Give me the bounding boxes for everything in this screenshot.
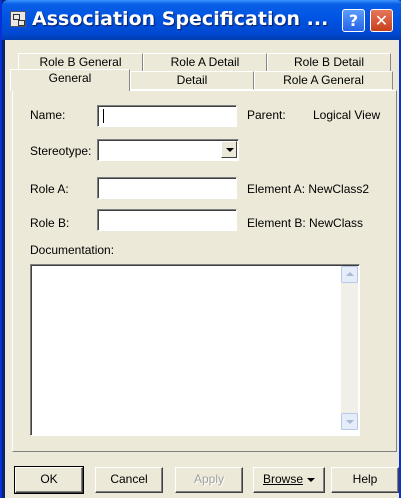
tab-role-a-detail[interactable]: Role A Detail <box>143 53 267 71</box>
role-b-label: Role B: <box>30 216 70 230</box>
role-a-input[interactable] <box>97 177 237 199</box>
chevron-down-icon <box>307 477 315 482</box>
documentation-textarea[interactable] <box>30 264 360 436</box>
parent-value: Logical View <box>313 108 381 122</box>
documentation-label: Documentation: <box>30 243 115 257</box>
help-button[interactable]: Help <box>331 467 399 493</box>
dialog-window: Association Specification ... ? ✕ Role B… <box>0 0 401 498</box>
help-title-button[interactable]: ? <box>342 9 365 32</box>
title-bar[interactable]: Association Specification ... ? ✕ <box>2 0 401 40</box>
window-title: Association Specification ... <box>32 8 329 30</box>
tab-general[interactable]: General <box>10 69 130 91</box>
role-a-label: Role A: <box>30 182 69 196</box>
tab-role-b-detail[interactable]: Role B Detail <box>267 53 391 71</box>
text-caret <box>103 109 104 123</box>
name-label: Name: <box>30 108 66 122</box>
stereotype-select[interactable] <box>97 139 239 161</box>
cancel-button[interactable]: Cancel <box>95 467 163 493</box>
association-icon <box>10 11 26 27</box>
tab-role-a-general[interactable]: Role A General <box>254 71 393 90</box>
documentation-scrollbar[interactable] <box>341 266 358 430</box>
chevron-down-icon[interactable] <box>221 141 237 158</box>
browse-button[interactable]: Browse <box>253 467 325 493</box>
ok-button[interactable]: OK <box>14 466 84 494</box>
scroll-up-arrow-icon[interactable] <box>341 266 358 283</box>
dialog-client-area: Role B General Role A Detail Role B Deta… <box>5 40 399 498</box>
stereotype-label: Stereotype: <box>30 144 92 158</box>
element-b-text: Element B: NewClass <box>247 216 364 230</box>
browse-label: Browse <box>262 472 303 486</box>
element-a-text: Element A: NewClass2 <box>247 182 370 196</box>
apply-button[interactable]: Apply <box>175 467 243 493</box>
scroll-down-arrow-icon[interactable] <box>341 413 358 430</box>
name-input[interactable] <box>97 105 237 127</box>
tab-detail[interactable]: Detail <box>130 71 254 90</box>
parent-label: Parent: <box>247 108 286 122</box>
close-button[interactable]: ✕ <box>370 9 393 32</box>
role-b-input[interactable] <box>97 209 237 231</box>
